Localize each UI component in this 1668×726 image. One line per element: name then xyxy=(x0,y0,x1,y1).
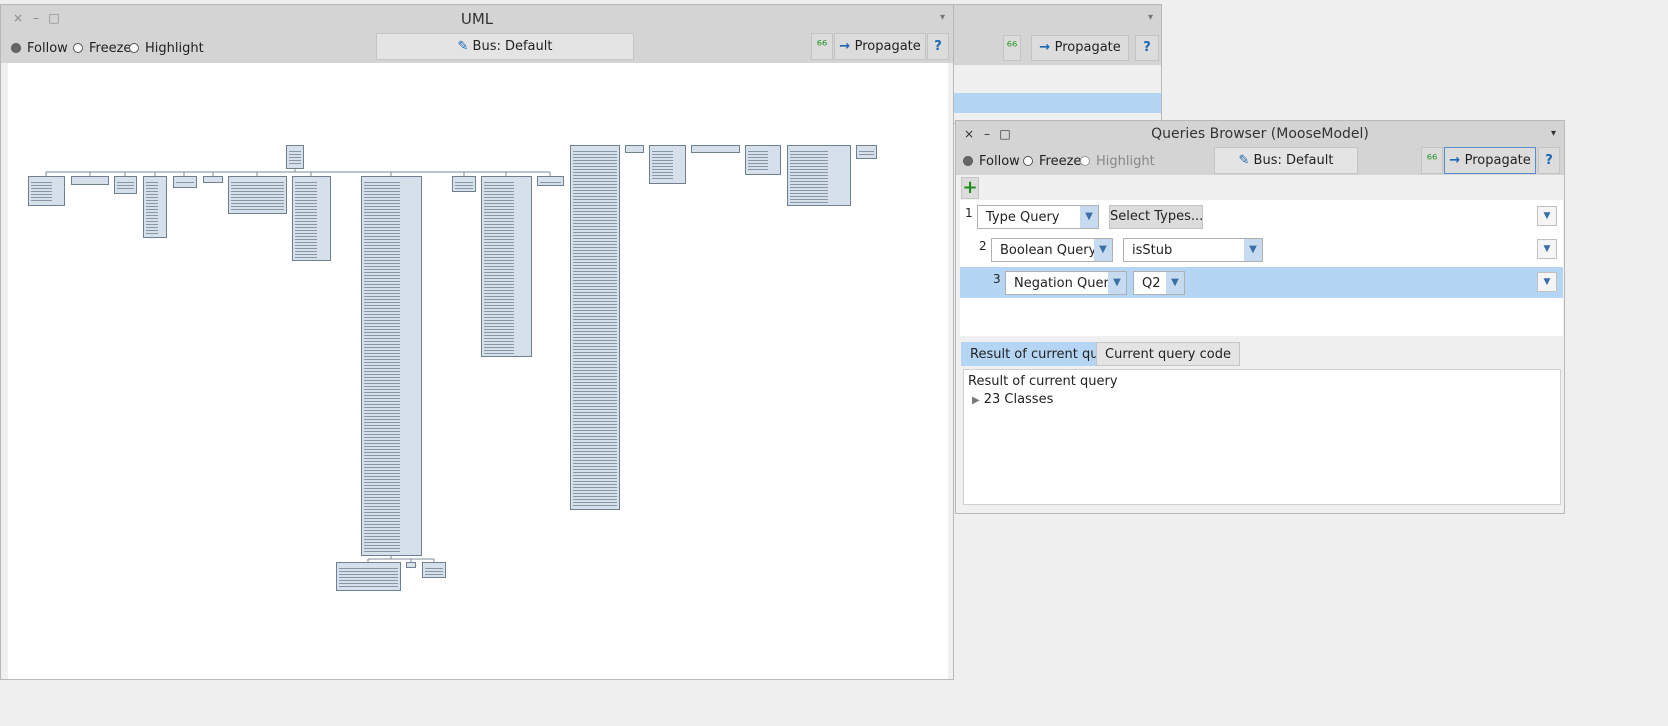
uml-class-box[interactable] xyxy=(691,145,740,153)
propagate-icon: → xyxy=(839,39,855,54)
propagate-icon: → xyxy=(1039,40,1055,55)
bus-button[interactable]: ✎ Bus: Default xyxy=(376,33,634,60)
uml-class-box[interactable] xyxy=(481,176,532,357)
uml-class-box[interactable] xyxy=(203,176,223,183)
expand-triangle-icon[interactable]: ▶ xyxy=(972,395,980,406)
chevron-down-icon: ▼ xyxy=(1244,239,1262,261)
uml-class-box[interactable] xyxy=(114,176,137,194)
chevron-down-icon: ▼ xyxy=(1080,206,1098,228)
propagate-icon: → xyxy=(1449,153,1465,168)
pencil-icon: ✎ xyxy=(457,39,473,54)
help-button[interactable]: ? xyxy=(927,33,949,60)
uml-class-box[interactable] xyxy=(537,176,564,186)
background-glasses-button[interactable]: ⁶⁶ xyxy=(1003,35,1021,61)
uml-class-box[interactable] xyxy=(856,145,877,159)
query-type-dropdown[interactable]: Boolean Query ▼ xyxy=(991,238,1113,262)
bus-button[interactable]: ✎ Bus: Default xyxy=(1214,147,1358,174)
add-query-button[interactable]: + xyxy=(961,177,979,199)
uml-class-box[interactable] xyxy=(406,562,416,568)
row-menu-icon[interactable]: ▼ xyxy=(1537,239,1557,259)
glasses-button[interactable]: ⁶⁶ xyxy=(1421,147,1443,174)
freeze-radio[interactable]: Freeze xyxy=(1023,154,1081,169)
query-type-dropdown[interactable]: Type Query ▼ xyxy=(977,205,1099,229)
result-panel: Result of current query ▶ 23 Classes xyxy=(963,369,1561,505)
property-dropdown[interactable]: isStub ▼ xyxy=(1123,238,1263,262)
uml-class-box[interactable] xyxy=(228,176,287,214)
queries-toolbar: Follow Freeze Highlight ✎ Bus: Default ⁶… xyxy=(956,147,1564,175)
uml-class-box[interactable] xyxy=(787,145,851,206)
uml-class-box[interactable] xyxy=(649,145,686,184)
radio-icon xyxy=(73,43,83,53)
query-number: 3 xyxy=(993,272,1001,286)
uml-class-box[interactable] xyxy=(745,145,781,175)
background-menu-icon[interactable]: ▾ xyxy=(1148,12,1153,23)
queries-browser-window: × – □ Queries Browser (MooseModel) ▾ Fol… xyxy=(955,120,1565,514)
uml-toolbar: Follow Freeze Highlight ✎ Bus: Default ⁶… xyxy=(1,33,953,63)
query-list: 1 Type Query ▼ Select Types... ▼ 2 Boolea… xyxy=(960,200,1563,336)
queries-titlebar: × – □ Queries Browser (MooseModel) ▾ xyxy=(956,121,1564,149)
propagate-button[interactable]: → Propagate xyxy=(1444,147,1536,174)
radio-selected-icon xyxy=(963,156,973,166)
background-help-button[interactable]: ? xyxy=(1135,35,1159,61)
highlight-radio[interactable]: Highlight xyxy=(129,41,204,56)
uml-class-box[interactable] xyxy=(570,145,620,510)
parent-query-dropdown[interactable]: Q2 ▼ xyxy=(1133,271,1185,295)
radio-selected-icon xyxy=(11,43,21,53)
freeze-radio[interactable]: Freeze xyxy=(73,41,131,56)
uml-window: × – □ UML ▾ Follow Freeze Highlight ✎ Bu… xyxy=(0,4,954,680)
chevron-down-icon: ▼ xyxy=(1094,239,1112,261)
help-button[interactable]: ? xyxy=(1538,147,1560,174)
uml-class-box[interactable] xyxy=(336,562,401,591)
uml-class-box[interactable] xyxy=(286,145,304,169)
follow-radio[interactable]: Follow xyxy=(11,41,68,56)
glasses-icon: ⁶⁶ xyxy=(816,39,828,54)
uml-class-box[interactable] xyxy=(71,176,109,185)
radio-icon xyxy=(1080,156,1090,166)
query-row-selected[interactable]: 3 Negation Query ▼ Q2 ▼ ▼ xyxy=(960,267,1563,298)
uml-class-box[interactable] xyxy=(625,145,644,153)
select-types-button[interactable]: Select Types... xyxy=(1109,205,1203,229)
uml-class-box[interactable] xyxy=(452,176,476,192)
uml-class-box[interactable] xyxy=(28,176,65,206)
row-menu-icon[interactable]: ▼ xyxy=(1537,206,1557,226)
glasses-icon: ⁶⁶ xyxy=(1006,40,1018,55)
glasses-icon: ⁶⁶ xyxy=(1426,153,1438,168)
uml-titlebar: × – □ UML ▾ xyxy=(1,5,953,33)
query-row[interactable]: 2 Boolean Query ▼ isStub ▼ ▼ xyxy=(960,234,1563,265)
chevron-down-icon: ▼ xyxy=(1166,272,1184,294)
query-number: 2 xyxy=(979,239,987,253)
result-heading: Result of current query xyxy=(968,374,1118,389)
uml-class-box[interactable] xyxy=(173,176,197,188)
window-title: Queries Browser (MooseModel) xyxy=(1151,126,1369,142)
uml-class-box[interactable] xyxy=(292,176,331,261)
query-number: 1 xyxy=(965,206,973,220)
radio-icon xyxy=(1023,156,1033,166)
tab-query-code[interactable]: Current query code xyxy=(1096,342,1240,366)
uml-class-box[interactable] xyxy=(143,176,167,238)
uml-class-box[interactable] xyxy=(361,176,422,556)
highlight-radio: Highlight xyxy=(1080,154,1155,169)
uml-class-box[interactable] xyxy=(422,562,446,578)
window-menu-icon[interactable]: ▾ xyxy=(1551,128,1556,139)
propagate-button[interactable]: → Propagate xyxy=(834,33,926,60)
window-title: UML xyxy=(460,10,494,28)
radio-icon xyxy=(129,43,139,53)
follow-radio[interactable]: Follow xyxy=(963,154,1020,169)
result-tree-item[interactable]: ▶ 23 Classes xyxy=(972,392,1053,407)
query-row[interactable]: 1 Type Query ▼ Select Types... ▼ xyxy=(960,201,1563,232)
glasses-button[interactable]: ⁶⁶ xyxy=(811,33,833,60)
query-type-dropdown[interactable]: Negation Query ▼ xyxy=(1005,271,1127,295)
row-menu-icon[interactable]: ▼ xyxy=(1537,272,1557,292)
chevron-down-icon: ▼ xyxy=(1108,272,1126,294)
background-propagate-button[interactable]: → Propagate xyxy=(1031,35,1129,61)
window-menu-icon[interactable]: ▾ xyxy=(940,12,945,23)
uml-diagram-canvas[interactable] xyxy=(8,63,948,679)
pencil-icon: ✎ xyxy=(1238,153,1254,168)
